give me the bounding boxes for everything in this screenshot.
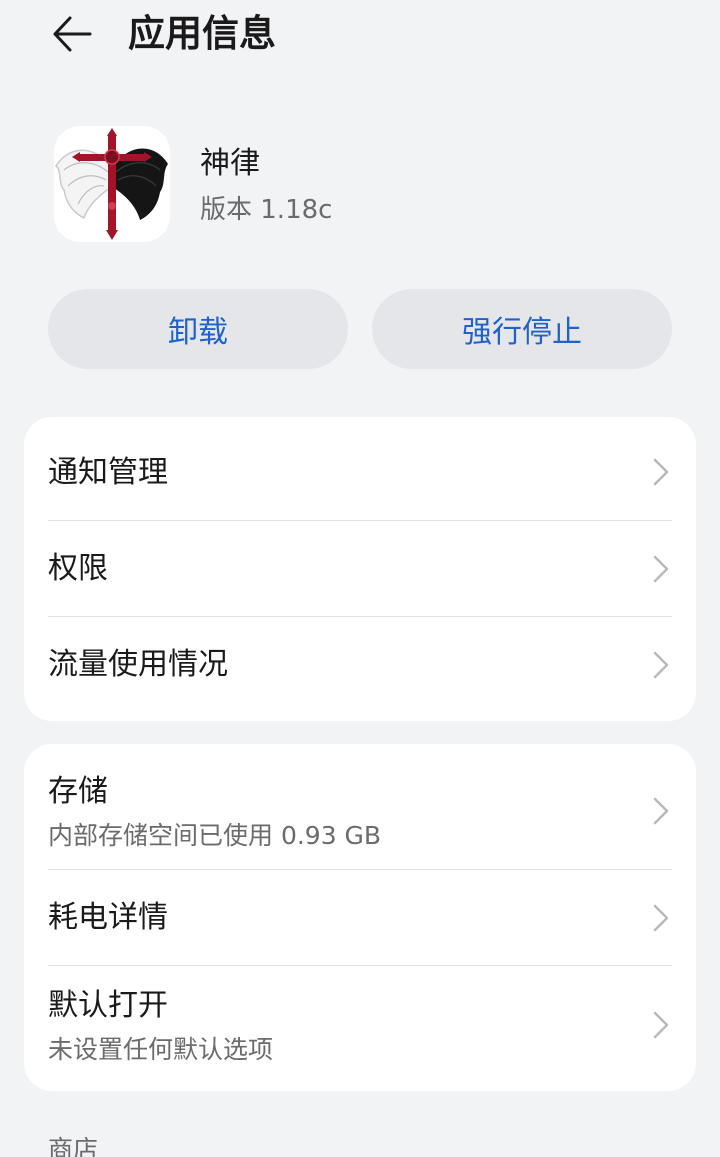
- top-bar: 应用信息: [0, 0, 720, 70]
- row-subtitle: 内部存储空间已使用 0.93 GB: [48, 821, 382, 850]
- row-title: 流量使用情况: [48, 647, 228, 682]
- data-usage-row[interactable]: 流量使用情况: [24, 617, 696, 721]
- settings-group-2: 存储 内部存储空间已使用 0.93 GB 耗电详情 默认打开 未设置任何默认选项: [24, 744, 696, 1091]
- app-version: 版本 1.18c: [200, 195, 333, 225]
- row-subtitle: 未设置任何默认选项: [48, 1035, 274, 1064]
- app-name: 神律: [200, 146, 260, 181]
- row-title: 通知管理: [48, 455, 168, 490]
- page-title: 应用信息: [128, 12, 276, 55]
- battery-usage-row[interactable]: 耗电详情: [24, 870, 696, 966]
- settings-group-1: 通知管理 权限 流量使用情况: [24, 417, 696, 721]
- chevron-right-icon: [653, 458, 669, 486]
- uninstall-button[interactable]: 卸载: [48, 289, 348, 369]
- arrow-left-icon: [53, 16, 92, 52]
- chevron-right-icon: [653, 1011, 669, 1039]
- chevron-right-icon: [653, 555, 669, 583]
- winged-cross-icon: [54, 128, 168, 240]
- row-title: 权限: [48, 551, 108, 586]
- row-title: 耗电详情: [48, 900, 168, 935]
- chevron-right-icon: [653, 797, 669, 825]
- app-info-page: 应用信息 神律 版本 1.18c 卸载 强行停止 通知管理 权限 流量使用情况 …: [0, 0, 720, 1157]
- notification-management-row[interactable]: 通知管理: [24, 417, 696, 521]
- row-title: 默认打开: [48, 988, 168, 1023]
- chevron-right-icon: [653, 651, 669, 679]
- open-by-default-row[interactable]: 默认打开 未设置任何默认选项: [24, 966, 696, 1091]
- permissions-row[interactable]: 权限: [24, 521, 696, 617]
- row-title: 存储: [48, 774, 108, 809]
- force-stop-button[interactable]: 强行停止: [372, 289, 672, 369]
- store-section-label: 商店: [48, 1135, 99, 1157]
- chevron-right-icon: [653, 904, 669, 932]
- app-icon: [54, 126, 170, 242]
- storage-row[interactable]: 存储 内部存储空间已使用 0.93 GB: [24, 744, 696, 870]
- back-button[interactable]: [44, 8, 100, 60]
